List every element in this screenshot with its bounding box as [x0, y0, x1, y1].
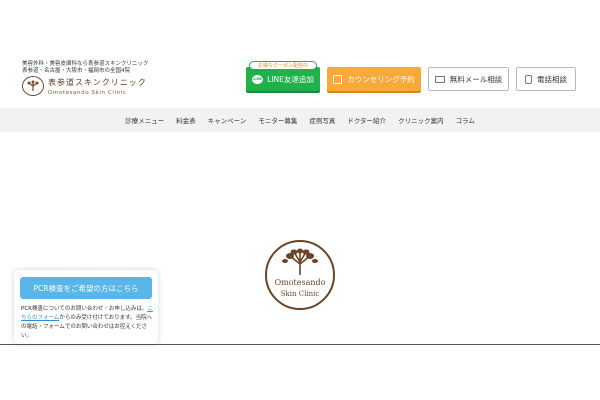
tree-emblem-icon	[282, 248, 318, 275]
line-add-friend-button[interactable]: LINE LINE友達追加	[246, 67, 320, 91]
pcr-test-button[interactable]: PCR検査をご希望の方はこちら	[20, 277, 152, 299]
nav-item-doctors[interactable]: ドクター紹介	[347, 115, 386, 125]
content-divider	[0, 344, 600, 345]
mail-button-label: 無料メール相談	[449, 74, 503, 84]
free-mail-consult-button[interactable]: 無料メール相談	[428, 67, 509, 91]
nav-item-price[interactable]: 料金表	[176, 115, 196, 125]
nav-item-menu[interactable]: 診療メニュー	[125, 115, 164, 125]
phone-consult-button[interactable]: 電話相談	[516, 67, 576, 91]
phone-icon	[525, 74, 532, 84]
header-tagline: 美容外科・美容皮膚科なら表参道スキンクリニック 表参道・名古屋・大阪市・福岡市の…	[22, 61, 162, 75]
counseling-button-label: カウンセリング予約	[347, 74, 415, 84]
site-header: 美容外科・美容皮膚科なら表参道スキンクリニック 表参道・名古屋・大阪市・福岡市の…	[0, 0, 600, 108]
mail-icon	[434, 75, 445, 83]
pcr-notice-panel: PCR検査をご希望の方はこちら PCR検査についてのお問い合わせ・お申し込みは、…	[14, 270, 158, 344]
calendar-icon	[333, 74, 343, 84]
nav-item-clinics[interactable]: クリニック案内	[398, 115, 444, 125]
global-nav: 診療メニュー 料金表 キャンペーン モニター募集 症例写真 ドクター紹介 クリニ…	[0, 108, 600, 132]
brand-name-line-2: Skin Clinic	[280, 290, 320, 298]
coupon-badge: お得なクーポン配信中	[249, 61, 317, 70]
nav-item-column[interactable]: コラム	[456, 115, 475, 125]
nav-item-monitor[interactable]: モニター募集	[258, 115, 297, 125]
logo-english-name: Omotesando Skin Clinic	[48, 89, 127, 96]
nav-item-case-photos[interactable]: 症例写真	[309, 115, 335, 125]
tree-logo-icon	[22, 76, 44, 96]
pcr-notice-text: PCR検査についてのお問い合わせ・お申し込みは、こちらのフォームからのみ受け付け…	[21, 305, 153, 341]
phone-button-label: 電話相談	[537, 74, 567, 84]
tagline-line-2: 表参道・名古屋・大阪市・福岡市の全国4院	[22, 68, 131, 74]
line-icon: LINE	[252, 74, 264, 84]
nav-item-campaign[interactable]: キャンペーン	[208, 115, 247, 125]
brand-name-line-1: Omotesando	[274, 278, 326, 287]
site-logo[interactable]: 表参道スキンクリニック Omotesando Skin Clinic	[22, 76, 147, 96]
pcr-text-before: PCR検査についてのお問い合わせ・お申し込みは、	[21, 306, 148, 312]
logo-japanese-name: 表参道スキンクリニック	[48, 77, 147, 87]
counseling-reservation-button[interactable]: カウンセリング予約	[327, 67, 421, 91]
loading-brand-logo: Omotesando Skin Clinic	[265, 240, 335, 310]
line-button-label: LINE友達追加	[267, 74, 314, 84]
tagline-line-1: 美容外科・美容皮膚科なら表参道スキンクリニック	[22, 61, 149, 67]
